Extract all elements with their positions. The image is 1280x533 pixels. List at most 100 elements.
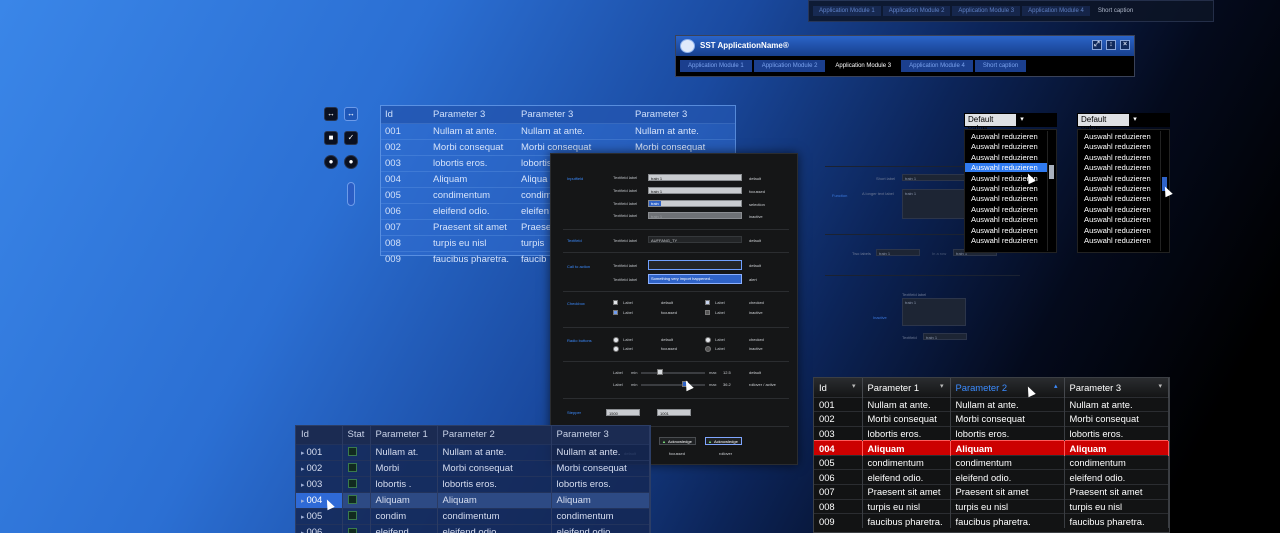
textfield-focussed[interactable]: train 1 [648, 187, 742, 194]
resize-icon[interactable]: ↕ [1106, 40, 1116, 50]
table-row[interactable]: 001 Nullam at ante. Nullam at ante. Nullam … [381, 123, 735, 140]
table-row[interactable]: 004AliquamAliquamAliquam [814, 440, 1169, 456]
table-row[interactable]: 005 condimentum condimentum condimentum [814, 454, 1169, 470]
acknowledge-button-focussed[interactable]: Acknowledge [659, 437, 696, 445]
table-row[interactable]: 007 Praesent sit amet Praesent sit amet Pra… [814, 484, 1169, 500]
maximize-icon[interactable]: ⤢ [1092, 40, 1102, 50]
dropdown-header[interactable]: Default value ▾ [964, 113, 1057, 133]
stepper-input[interactable]: 1500 [606, 409, 640, 416]
table-row[interactable]: 006eleifendeleifend odio.eleifend odio. [296, 523, 650, 533]
sort-down-icon[interactable]: ▾ [940, 382, 944, 390]
col-header-param-1[interactable]: Parameter 1 [370, 426, 438, 444]
dropdown-option[interactable]: Auswahl reduzieren [1082, 174, 1158, 183]
table-row[interactable]: 003 lobortis eros. lobortis eros. lobortis … [814, 425, 1169, 441]
dropdown-option[interactable]: Auswahl reduzieren [1082, 153, 1158, 162]
bg-tab-module-1[interactable]: Application Module 1 [813, 6, 881, 16]
chevron-down-icon[interactable]: ▾ [1130, 114, 1140, 126]
bg-tab-short-caption[interactable]: Short caption [1091, 6, 1140, 16]
dropdown-option[interactable]: Auswahl reduzieren [965, 163, 1047, 173]
dropdown-value[interactable]: Default value [965, 114, 1016, 133]
vertical-slider[interactable] [347, 182, 355, 206]
table-row[interactable]: 004AliquamAliquamAliquam [296, 491, 650, 508]
radio-checked[interactable] [705, 337, 711, 343]
sort-down-icon[interactable]: ▾ [852, 382, 856, 390]
window-titlebar[interactable]: SST ApplicationName® ⤢ ↕ × [676, 36, 1134, 56]
bg-tab-module-4[interactable]: Application Module 4 [1022, 6, 1090, 16]
tab-module-1[interactable]: Application Module 1 [680, 60, 752, 72]
textfield-selection[interactable]: train [648, 200, 742, 207]
dropdown-option[interactable]: Auswahl reduzieren [969, 184, 1045, 193]
table-row[interactable]: 001Nullam at.Nullam at ante.Nullam at an… [296, 443, 650, 460]
stepper-input[interactable]: 1001 [657, 409, 691, 416]
col-header-id[interactable]: Id [296, 426, 343, 444]
chevron-down-icon[interactable]: ▾ [1017, 114, 1027, 126]
col-header-id[interactable]: Id [381, 106, 429, 124]
dropdown-option[interactable]: Auswahl reduzieren [1082, 226, 1158, 235]
dropdown-option[interactable]: Auswahl reduzieren [1082, 184, 1158, 193]
textfield-default[interactable]: train 1 [648, 174, 742, 181]
col-header-param-2[interactable]: Parameter 2 [437, 426, 552, 444]
table-row[interactable]: 009 faucibus pharetra. faucibus pharetra. f… [814, 513, 1169, 529]
dropdown-option[interactable]: Auswahl reduzieren [969, 142, 1045, 151]
col-header-param[interactable]: Parameter 3 [429, 106, 517, 124]
dropdown-option[interactable]: Auswahl reduzieren [1082, 142, 1158, 151]
slider-track[interactable] [641, 372, 705, 374]
col-header-param-1[interactable]: Parameter 1 ▾ [862, 378, 951, 397]
table-row[interactable]: 006 eleifend odio. eleifend odio. eleifend … [814, 469, 1169, 485]
dropdown-option[interactable]: Auswahl reduzieren [969, 153, 1045, 162]
checkbox-checked-sample[interactable] [705, 300, 710, 305]
table-row[interactable]: 008 turpis eu nisl turpis eu nisl turpis eu… [814, 498, 1169, 514]
slider-handle[interactable] [657, 369, 663, 375]
col-header-param-2[interactable]: Parameter 2 ▴ [950, 378, 1065, 397]
dropdown-value[interactable]: Default value [1078, 114, 1129, 133]
table-row[interactable]: 002MorbiMorbi consequatMorbi consequat [296, 459, 650, 476]
dropdown-option[interactable]: Auswahl reduzieren [969, 205, 1045, 214]
scrollbar-thumb[interactable] [1049, 165, 1054, 179]
alert-textfield[interactable]: Something very import happened... [648, 274, 742, 284]
dropdown-option[interactable]: Auswahl reduzieren [969, 132, 1045, 141]
dropdown-option[interactable]: Auswahl reduzieren [969, 236, 1045, 245]
sort-down-icon[interactable]: ▾ [1158, 382, 1162, 390]
tab-module-4[interactable]: Application Module 4 [901, 60, 973, 72]
dropdown-option[interactable]: Auswahl reduzieren [1082, 236, 1158, 245]
col-header-stat[interactable]: Stat [342, 426, 371, 444]
dropdown-option[interactable]: Auswahl reduzieren [969, 194, 1045, 203]
acknowledge-button-rollover[interactable]: Acknowledge [705, 437, 742, 445]
col-header-param-3[interactable]: Parameter 3 ▾ [1064, 378, 1169, 397]
dropdown-option[interactable]: Auswahl reduzieren [1082, 205, 1158, 214]
checkbox-checked[interactable]: ✓ [344, 131, 358, 145]
checkbox-default[interactable] [613, 300, 618, 305]
checkbox-unchecked[interactable]: ■ [324, 131, 338, 145]
dropdown-option[interactable]: Auswahl reduzieren [1082, 163, 1158, 172]
col-header-param[interactable]: Parameter 3 [517, 106, 631, 124]
slider-track[interactable] [641, 384, 705, 386]
tab-short-caption[interactable]: Short caption [974, 60, 1027, 72]
col-header-param-3[interactable]: Parameter 3 [551, 426, 650, 444]
bg-tab-module-3[interactable]: Application Module 3 [952, 6, 1021, 16]
radio-unselected[interactable]: ● [324, 155, 338, 169]
toggle-dark-button[interactable]: ↔ [324, 107, 338, 121]
bg-tab-module-2[interactable]: Application Module 2 [882, 6, 951, 16]
table-row[interactable]: 003lobortis .lobortis eros.lobortis eros… [296, 475, 650, 492]
col-header-id[interactable]: Id ▾ [814, 378, 863, 397]
radio-focussed[interactable] [613, 346, 619, 352]
dropdown-option[interactable]: Auswahl reduzieren [1082, 132, 1158, 141]
dropdown-header[interactable]: Default value ▾ [1077, 113, 1170, 133]
tab-module-2[interactable]: Application Module 2 [753, 60, 826, 72]
dropdown-option[interactable]: Auswahl reduzieren [1082, 194, 1158, 203]
checkbox-focussed[interactable] [613, 310, 618, 315]
dropdown-option[interactable]: Auswahl reduzieren [969, 215, 1045, 224]
radio-selected[interactable]: ● [344, 155, 358, 169]
scrollbar[interactable] [1047, 131, 1055, 251]
toggle-blue-button[interactable]: ↔ [344, 107, 358, 121]
close-icon[interactable]: × [1120, 40, 1130, 50]
sort-up-icon[interactable]: ▴ [1054, 382, 1058, 390]
cta-textfield[interactable] [648, 260, 742, 270]
table-row[interactable]: 001 Nullam at ante. Nullam at ante. Nullam … [814, 396, 1169, 412]
tab-module-3[interactable]: Application Module 3 [827, 60, 900, 72]
dropdown-option[interactable]: Auswahl reduzieren [969, 226, 1045, 235]
dropdown-option[interactable]: Auswahl reduzieren [1082, 215, 1158, 224]
table-row[interactable]: 005condimcondimentumcondimentum [296, 507, 650, 524]
table-row[interactable]: 002 Morbi consequat Morbi consequat Morbi c… [814, 411, 1169, 427]
col-header-param[interactable]: Parameter 3 [631, 106, 735, 124]
